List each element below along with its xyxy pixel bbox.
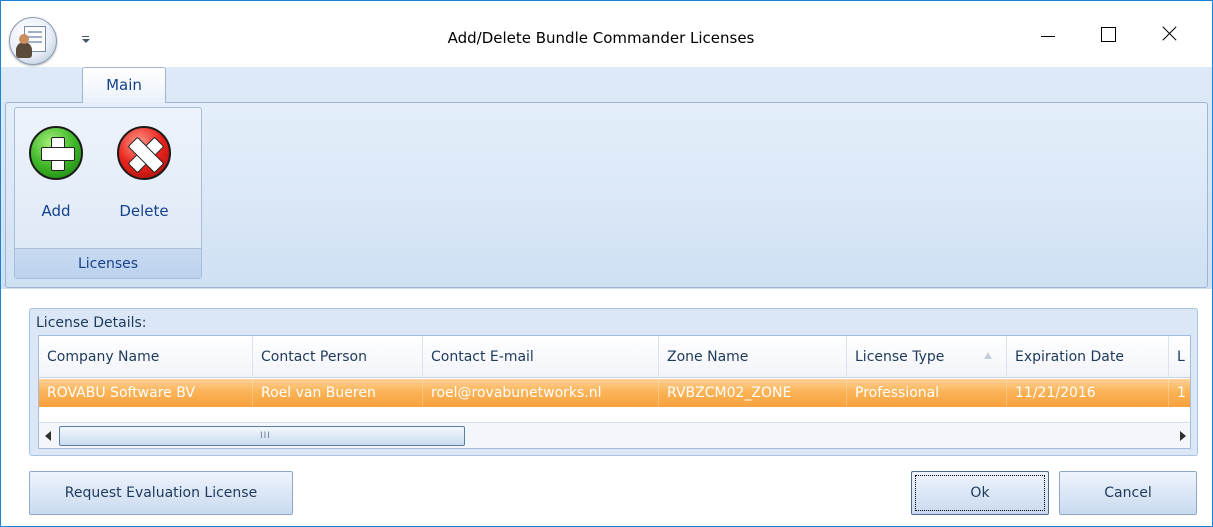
license-details-group: License Details: Company Name Contact Pe… — [29, 308, 1198, 456]
delete-button-label: Delete — [119, 202, 169, 220]
license-details-label: License Details: — [36, 315, 147, 331]
column-header-zone-name[interactable]: Zone Name — [659, 336, 847, 378]
ok-button[interactable]: Ok — [911, 471, 1049, 515]
minimize-button[interactable] — [1025, 19, 1071, 49]
ribbon-group-licenses: Add Delete Licenses — [14, 107, 202, 279]
column-header-contact-person[interactable]: Contact Person — [253, 336, 423, 378]
cell-partial: 1 — [1177, 385, 1186, 401]
ribbon-group-label: Licenses — [15, 248, 201, 278]
license-grid[interactable]: Company Name Contact Person Contact E-ma… — [38, 335, 1191, 449]
cell-zone-name: RVBZCM02_ZONE — [659, 379, 847, 407]
add-button-label: Add — [41, 202, 71, 220]
cell-license-type: Professional — [847, 379, 1007, 407]
scrollbar-thumb[interactable]: III — [59, 426, 465, 446]
tab-main[interactable]: Main — [82, 67, 166, 103]
cancel-button[interactable]: Cancel — [1059, 471, 1197, 515]
dialog-window: Add/Delete Bundle Commander Licenses Mai… — [0, 0, 1213, 527]
cell-contact-person: Roel van Bueren — [253, 379, 423, 407]
maximize-button[interactable] — [1085, 19, 1131, 49]
column-header-contact-email[interactable]: Contact E-mail — [423, 336, 659, 378]
request-evaluation-license-button[interactable]: Request Evaluation License — [29, 471, 293, 515]
column-header-license-type[interactable]: License Type — [847, 336, 1007, 378]
table-row[interactable]: ROVABU Software BV Roel van Bueren roel@… — [39, 379, 1190, 407]
column-header-license-type-label: License Type — [855, 349, 945, 365]
cell-contact-email: roel@rovabunetworks.nl — [423, 379, 659, 407]
close-button[interactable] — [1147, 19, 1193, 49]
scroll-right-arrow-icon[interactable] — [1176, 429, 1188, 443]
title-bar: Add/Delete Bundle Commander Licenses — [1, 1, 1212, 67]
ribbon-panel: Add Delete Licenses — [5, 102, 1208, 288]
column-header-expiration-date[interactable]: Expiration Date — [1007, 336, 1169, 378]
sort-ascending-icon — [984, 352, 992, 359]
column-header-partial[interactable]: L — [1169, 336, 1190, 378]
scrollbar-grip: III — [260, 431, 271, 441]
scroll-left-arrow-icon[interactable] — [43, 429, 55, 443]
ribbon: Main Add Delete Licenses — [1, 67, 1212, 289]
delete-icon — [117, 126, 171, 180]
cell-company-name: ROVABU Software BV — [39, 379, 253, 407]
delete-button[interactable]: Delete — [111, 114, 177, 226]
add-icon — [29, 126, 83, 180]
cell-expiration-date: 11/21/2016 — [1007, 379, 1169, 407]
grid-header: Company Name Contact Person Contact E-ma… — [39, 336, 1190, 378]
add-button[interactable]: Add — [23, 114, 89, 226]
app-menu-orb[interactable] — [9, 17, 57, 65]
window-title: Add/Delete Bundle Commander Licenses — [447, 29, 755, 47]
person-icon — [16, 34, 32, 58]
horizontal-scrollbar[interactable]: III — [39, 422, 1190, 448]
column-header-company-name[interactable]: Company Name — [39, 336, 253, 378]
